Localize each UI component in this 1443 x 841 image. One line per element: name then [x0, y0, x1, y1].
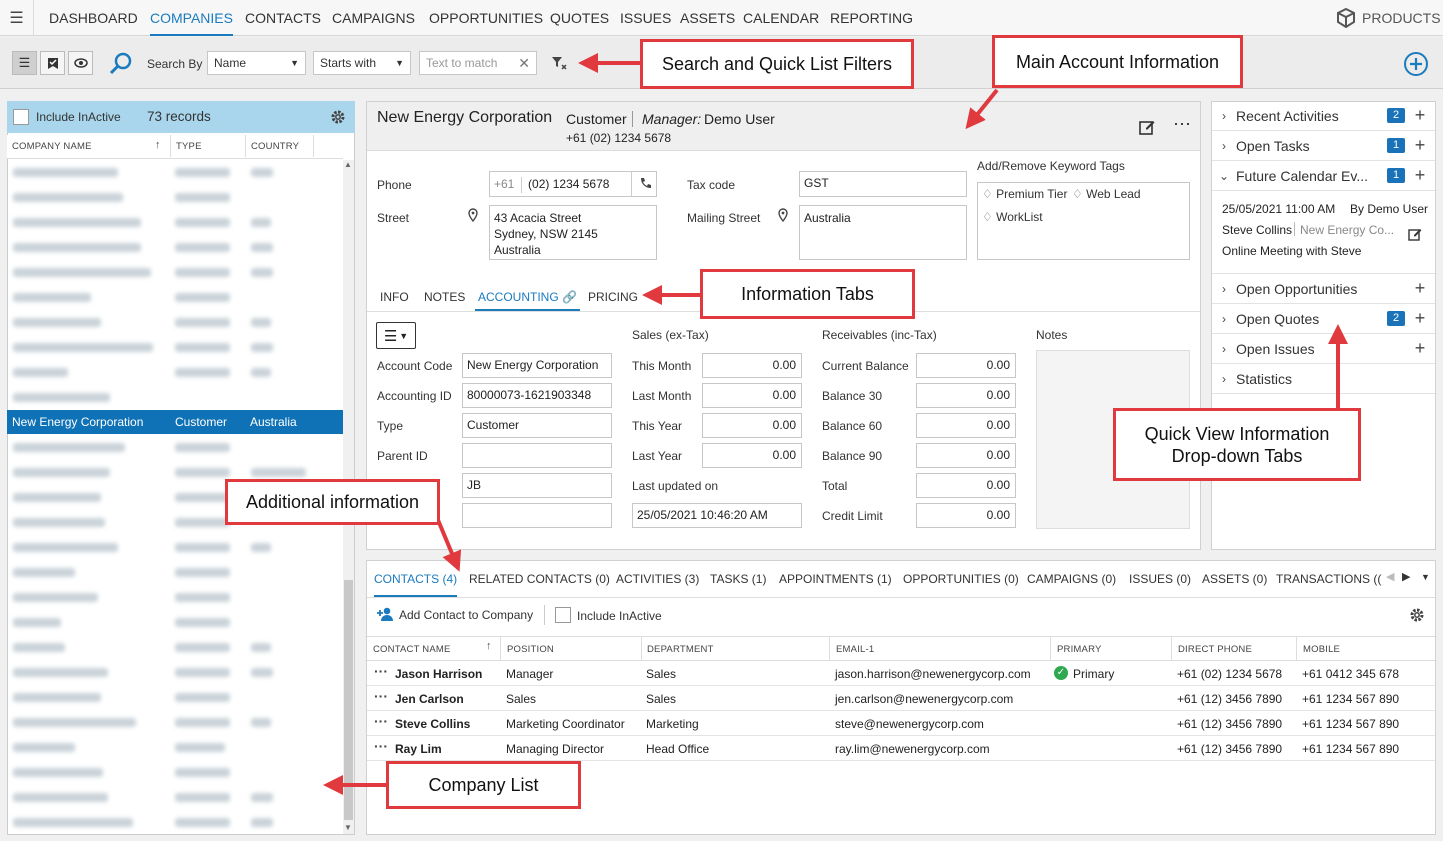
callout-additional-info: Additional information — [225, 479, 440, 525]
callout-main-account: Main Account Information — [992, 35, 1243, 88]
callout-company-list: Company List — [386, 761, 581, 809]
callout-search-filters: Search and Quick List Filters — [640, 39, 914, 89]
callout-quick-view: Quick View Information Drop-down Tabs — [1113, 408, 1361, 481]
callout-information-tabs: Information Tabs — [700, 269, 915, 319]
